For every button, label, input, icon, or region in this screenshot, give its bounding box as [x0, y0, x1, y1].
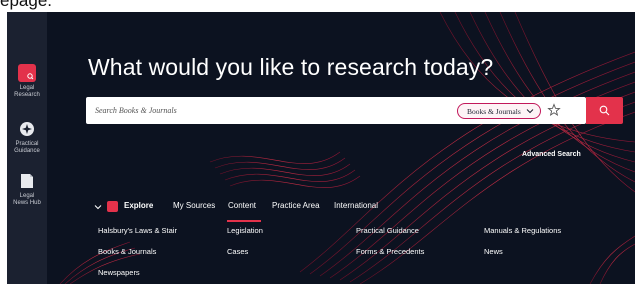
search-bar: Books & Journals [86, 97, 586, 124]
content-link-practical-guidance[interactable]: Practical Guidance [356, 226, 419, 235]
content-link-manuals-regulations[interactable]: Manuals & Regulations [484, 226, 561, 235]
sidebar-item-label: Practical [15, 141, 39, 147]
tab-practice-area[interactable]: Practice Area [272, 201, 320, 210]
content-link-halsburys[interactable]: Halsbury's Laws & Stair [98, 226, 177, 235]
left-gutter [0, 12, 7, 284]
star-icon[interactable] [547, 103, 561, 117]
sidebar-item-label: News Hub [13, 200, 41, 206]
search-scope-dropdown[interactable]: Books & Journals [457, 103, 541, 119]
tab-international[interactable]: International [334, 201, 378, 210]
sidebar-item-practical-guidance[interactable]: Practical Guidance [7, 120, 47, 155]
search-scope-label: Books & Journals [467, 107, 521, 116]
content-link-forms-precedents[interactable]: Forms & Precedents [356, 247, 424, 256]
search-icon [599, 105, 610, 116]
practical-guidance-icon [18, 120, 36, 138]
advanced-search-link[interactable]: Advanced Search [522, 151, 581, 158]
page-title: What would you like to research today? [88, 54, 494, 80]
decorative-waves [59, 12, 635, 284]
search-button[interactable] [586, 97, 623, 124]
content-link-legislation[interactable]: Legislation [227, 226, 263, 235]
sidebar-item-news-hub[interactable]: Legal News Hub [7, 172, 47, 207]
sidebar-item-legal-research[interactable]: Legal Research [7, 64, 47, 99]
sidebar-item-label: Legal [19, 193, 35, 199]
page-top-text: epage. [0, 0, 52, 10]
content-link-cases[interactable]: Cases [227, 247, 248, 256]
chevron-down-icon [526, 109, 534, 114]
explore-menu[interactable]: Explore [124, 201, 153, 210]
tab-content[interactable]: Content [228, 201, 256, 210]
sidebar: Legal Research Practical Guidance Legal … [7, 12, 47, 284]
sidebar-item-label: Guidance [14, 148, 40, 154]
news-hub-icon [18, 172, 36, 190]
sidebar-item-label: Legal [19, 85, 35, 91]
chevron-down-icon[interactable] [93, 202, 103, 212]
content-link-news[interactable]: News [484, 247, 503, 256]
content-link-books-journals[interactable]: Books & Journals [98, 247, 156, 256]
search-input[interactable] [95, 104, 435, 117]
content-link-newspapers[interactable]: Newspapers [98, 268, 140, 277]
page-top-strip: epage. [0, 0, 635, 12]
active-tab-indicator [227, 220, 261, 222]
legal-research-icon [18, 64, 36, 82]
app-window: Legal Research Practical Guidance Legal … [0, 12, 635, 284]
sidebar-item-label: Research [14, 92, 40, 98]
explore-logo-icon [107, 201, 118, 212]
tab-my-sources[interactable]: My Sources [173, 201, 215, 210]
